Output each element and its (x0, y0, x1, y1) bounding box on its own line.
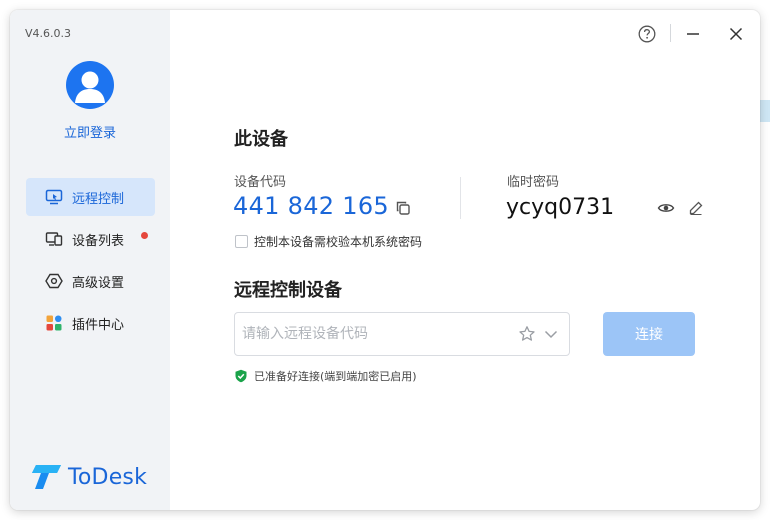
devices-icon (44, 229, 64, 249)
sidebar-item-label: 高级设置 (72, 275, 125, 291)
notification-badge (141, 232, 148, 239)
plugins-icon (44, 313, 64, 333)
brand-logo: ToDesk (30, 464, 147, 490)
sidebar-item-plugin-center[interactable]: 插件中心 (26, 304, 155, 342)
connect-button[interactable]: 连接 (603, 312, 695, 356)
edit-password-button[interactable] (686, 198, 706, 218)
copy-icon (396, 201, 410, 215)
remote-control-title: 远程控制设备 (234, 280, 342, 301)
star-icon (519, 326, 535, 341)
sidebar-item-label: 插件中心 (72, 317, 125, 333)
version-label: V4.6.0.3 (25, 27, 72, 40)
todesk-window: V4.6.0.3 立即登录 远程控制 设备列表 高级设置 插件中心 ToDesk… (10, 10, 760, 510)
remote-code-field (234, 312, 570, 356)
chevron-down-icon (544, 330, 558, 339)
sidebar-item-remote-control[interactable]: 远程控制 (26, 178, 155, 216)
connection-status-text: 已准备好连接(端到端加密已启用) (254, 370, 417, 383)
monitor-remote-icon (44, 187, 64, 207)
avatar[interactable] (66, 61, 114, 109)
brand-name: ToDesk (68, 464, 148, 490)
todesk-logo-icon (32, 465, 61, 489)
device-code-label: 设备代码 (234, 175, 287, 190)
shield-check-icon (235, 369, 247, 383)
settings-hexagon-icon (44, 271, 64, 291)
sidebar: V4.6.0.3 立即登录 远程控制 设备列表 高级设置 插件中心 ToDesk (10, 10, 170, 510)
this-device-title: 此设备 (234, 129, 288, 150)
login-link[interactable]: 立即登录 (10, 122, 170, 141)
sidebar-item-advanced-settings[interactable]: 高级设置 (26, 262, 155, 300)
sidebar-nav: 远程控制 设备列表 高级设置 插件中心 (26, 178, 155, 346)
main-content: 此设备 设备代码 441 842 165 临时密码 ycyq0731 控制本设备 (170, 10, 760, 510)
temp-password-value: ycyq0731 (506, 195, 615, 220)
vertical-divider (460, 177, 461, 219)
user-icon (75, 71, 105, 103)
temp-password-label: 临时密码 (507, 175, 560, 190)
eye-icon (657, 204, 675, 212)
remote-code-input[interactable] (235, 313, 505, 355)
sidebar-item-label: 设备列表 (72, 233, 125, 249)
copy-code-button[interactable] (393, 198, 413, 218)
device-code-value: 441 842 165 (233, 192, 389, 220)
toggle-password-visibility-button[interactable] (656, 198, 676, 218)
favorite-button[interactable] (517, 324, 537, 344)
system-password-checkbox-label: 控制本设备需校验本机系统密码 (254, 235, 423, 249)
sidebar-item-device-list[interactable]: 设备列表 (26, 220, 155, 258)
connection-status: 已准备好连接(端到端加密已启用) (234, 368, 417, 384)
history-dropdown-button[interactable] (541, 324, 561, 344)
system-password-checkbox[interactable] (235, 235, 248, 248)
sidebar-item-label: 远程控制 (72, 191, 125, 207)
pencil-icon (689, 201, 703, 215)
